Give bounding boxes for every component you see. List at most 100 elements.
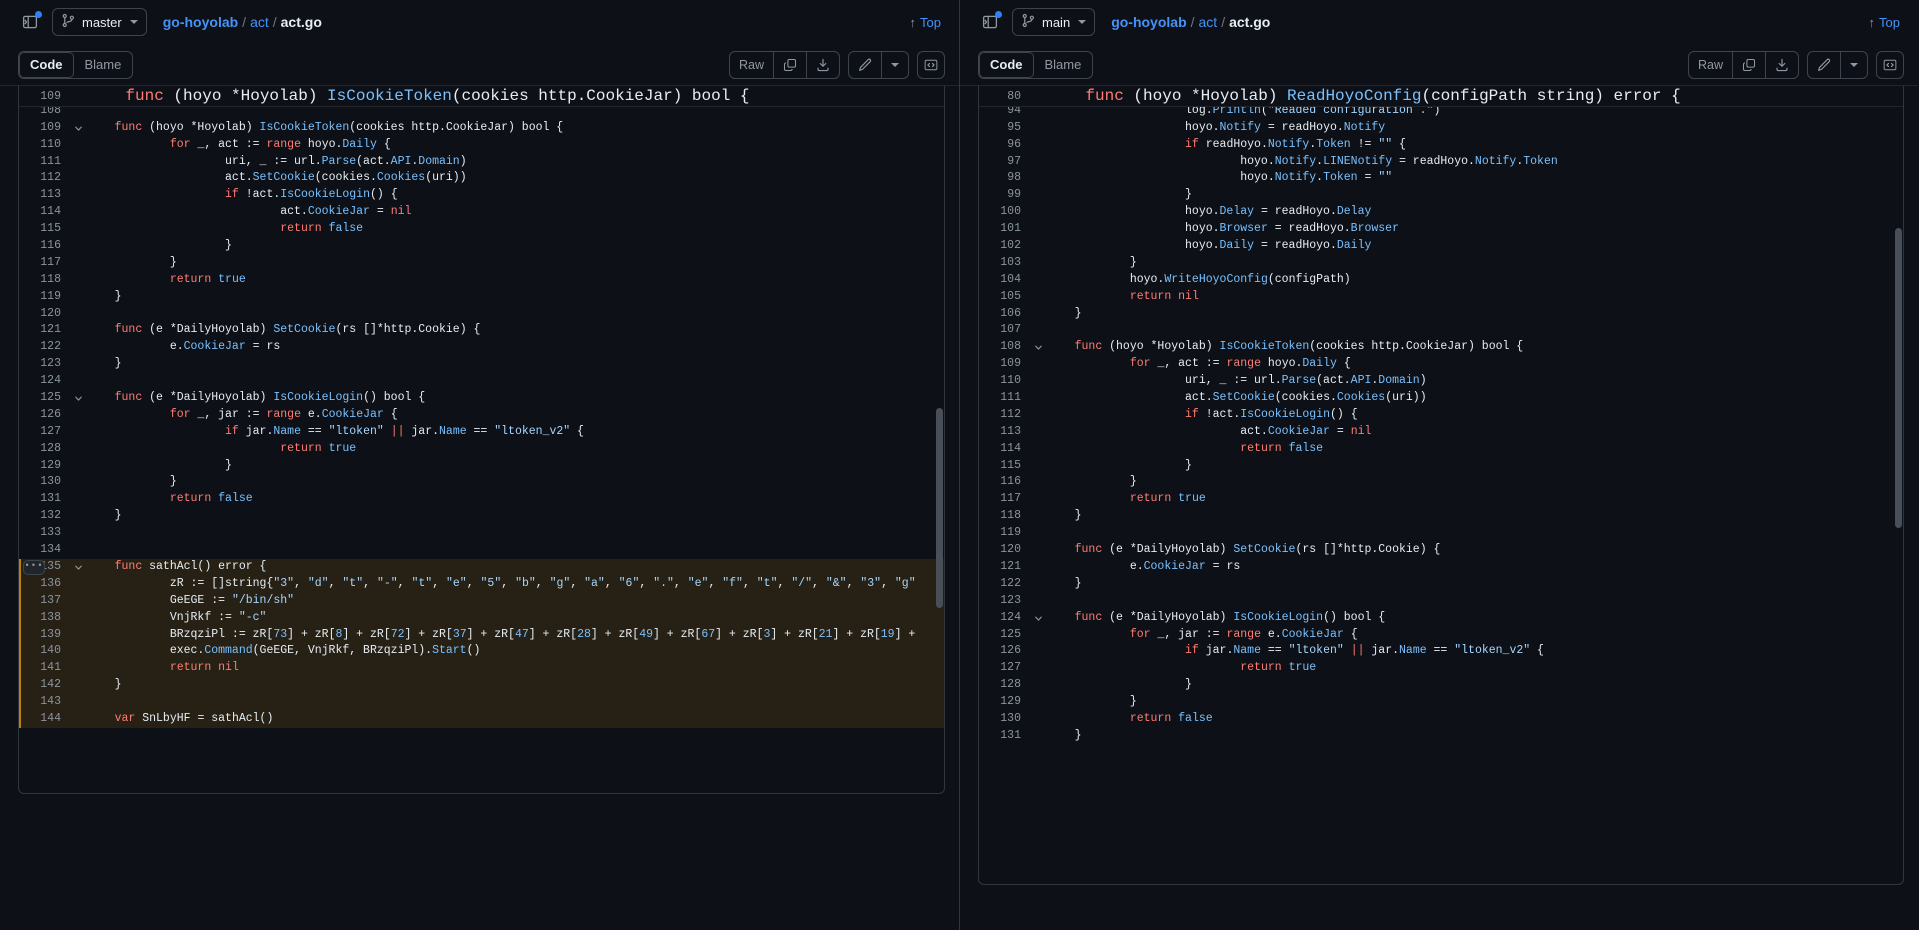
tab-blame[interactable]: Blame (74, 52, 133, 78)
code-scroll-area[interactable]: 107 }108 109 func (hoyo *Hoyolab) IsCook… (19, 86, 944, 793)
line-number[interactable]: 131 (19, 491, 69, 508)
code-fold-chevron-icon[interactable] (1029, 342, 1047, 353)
pencil-icon[interactable] (1808, 52, 1841, 78)
line-number[interactable]: 102 (979, 238, 1029, 255)
line-number[interactable]: 128 (979, 677, 1029, 694)
line-number[interactable]: 116 (979, 474, 1029, 491)
code-brackets-icon[interactable] (917, 51, 945, 79)
line-number[interactable]: 113 (979, 424, 1029, 441)
line-number[interactable]: 109 (19, 120, 69, 137)
line-number[interactable]: 114 (979, 441, 1029, 458)
line-number[interactable]: 120 (979, 542, 1029, 559)
line-number[interactable]: 111 (979, 390, 1029, 407)
line-number[interactable]: 111 (19, 154, 69, 171)
line-number[interactable]: 129 (19, 458, 69, 475)
line-number[interactable]: 110 (19, 137, 69, 154)
line-number[interactable]: 131 (979, 728, 1029, 745)
branch-selector-button[interactable]: main (1012, 8, 1095, 36)
line-number[interactable]: 113 (19, 187, 69, 204)
breadcrumb-repo[interactable]: go-hoyolab (163, 14, 238, 30)
breadcrumb-dir[interactable]: act (1199, 14, 1218, 30)
scroll-to-top-link[interactable]: ↑Top (910, 15, 945, 30)
line-number[interactable]: 127 (979, 660, 1029, 677)
breadcrumb-repo[interactable]: go-hoyolab (1111, 14, 1186, 30)
line-number[interactable]: 124 (19, 373, 69, 390)
tab-code[interactable]: Code (979, 52, 1034, 78)
line-number[interactable]: 122 (19, 339, 69, 356)
line-number[interactable]: 117 (19, 255, 69, 272)
scrollbar-thumb[interactable] (936, 408, 943, 608)
line-number[interactable]: 120 (19, 306, 69, 323)
scrollbar-thumb[interactable] (1895, 228, 1902, 528)
line-number[interactable]: 115 (979, 458, 1029, 475)
line-number[interactable]: 116 (19, 238, 69, 255)
line-number[interactable]: 107 (979, 322, 1029, 339)
line-actions-menu-button[interactable]: ••• (23, 560, 45, 575)
line-number[interactable]: 126 (979, 643, 1029, 660)
line-number[interactable]: 112 (19, 170, 69, 187)
line-number[interactable]: 123 (979, 593, 1029, 610)
line-number[interactable]: 130 (19, 474, 69, 491)
line-number[interactable]: 103 (979, 255, 1029, 272)
line-number[interactable]: 133 (19, 525, 69, 542)
tab-blame[interactable]: Blame (1034, 52, 1093, 78)
line-number[interactable]: 99 (979, 187, 1029, 204)
sidebar-toggle-icon[interactable] (18, 10, 42, 34)
line-number[interactable]: 138 (19, 610, 69, 627)
line-number[interactable]: 106 (979, 306, 1029, 323)
download-icon[interactable] (1766, 52, 1798, 78)
code-fold-chevron-icon[interactable] (69, 123, 87, 134)
line-number[interactable]: 134 (19, 542, 69, 559)
raw-button[interactable]: Raw (1689, 52, 1733, 78)
line-number[interactable]: 128 (19, 441, 69, 458)
line-number[interactable]: 118 (19, 272, 69, 289)
line-number[interactable]: 104 (979, 272, 1029, 289)
line-number[interactable]: 124 (979, 610, 1029, 627)
code-vertical-scrollbar[interactable] (936, 108, 943, 791)
line-number[interactable]: 125 (19, 390, 69, 407)
line-number[interactable]: 121 (19, 322, 69, 339)
line-number[interactable]: 119 (19, 289, 69, 306)
line-number[interactable]: 112 (979, 407, 1029, 424)
line-number[interactable]: 122 (979, 576, 1029, 593)
line-number[interactable]: 95 (979, 120, 1029, 137)
line-number[interactable]: 109 (979, 356, 1029, 373)
code-fold-chevron-icon[interactable] (69, 562, 87, 573)
line-number[interactable]: 119 (979, 525, 1029, 542)
line-number[interactable]: 141 (19, 660, 69, 677)
line-number[interactable]: 101 (979, 221, 1029, 238)
pencil-icon[interactable] (849, 52, 882, 78)
tab-code[interactable]: Code (19, 52, 74, 78)
copy-icon[interactable] (774, 52, 807, 78)
line-number[interactable]: 114 (19, 204, 69, 221)
line-number[interactable]: 127 (19, 424, 69, 441)
code-fold-chevron-icon[interactable] (1029, 613, 1047, 624)
line-number[interactable]: 123 (19, 356, 69, 373)
line-number[interactable]: 142 (19, 677, 69, 694)
line-number[interactable]: 96 (979, 137, 1029, 154)
line-number[interactable]: 117 (979, 491, 1029, 508)
copy-icon[interactable] (1733, 52, 1766, 78)
line-number[interactable]: 136 (19, 576, 69, 593)
line-number[interactable]: 143 (19, 694, 69, 711)
line-number[interactable]: 118 (979, 508, 1029, 525)
line-number[interactable]: 121 (979, 559, 1029, 576)
scroll-to-top-link[interactable]: ↑Top (1869, 15, 1904, 30)
raw-button[interactable]: Raw (730, 52, 774, 78)
line-number[interactable]: 105 (979, 289, 1029, 306)
line-number[interactable]: 144 (19, 711, 69, 728)
line-number[interactable]: 137 (19, 593, 69, 610)
breadcrumb-dir[interactable]: act (250, 14, 269, 30)
line-number[interactable]: 130 (979, 711, 1029, 728)
line-number[interactable]: 110 (979, 373, 1029, 390)
branch-selector-button[interactable]: master (52, 8, 147, 36)
code-brackets-icon[interactable] (1876, 51, 1904, 79)
download-icon[interactable] (807, 52, 839, 78)
line-number[interactable]: 140 (19, 643, 69, 660)
line-number[interactable]: 115 (19, 221, 69, 238)
chevron-down-icon[interactable] (1841, 52, 1867, 78)
line-number[interactable]: 98 (979, 170, 1029, 187)
line-number[interactable]: 97 (979, 154, 1029, 171)
line-number[interactable]: 100 (979, 204, 1029, 221)
line-number[interactable]: 139 (19, 627, 69, 644)
